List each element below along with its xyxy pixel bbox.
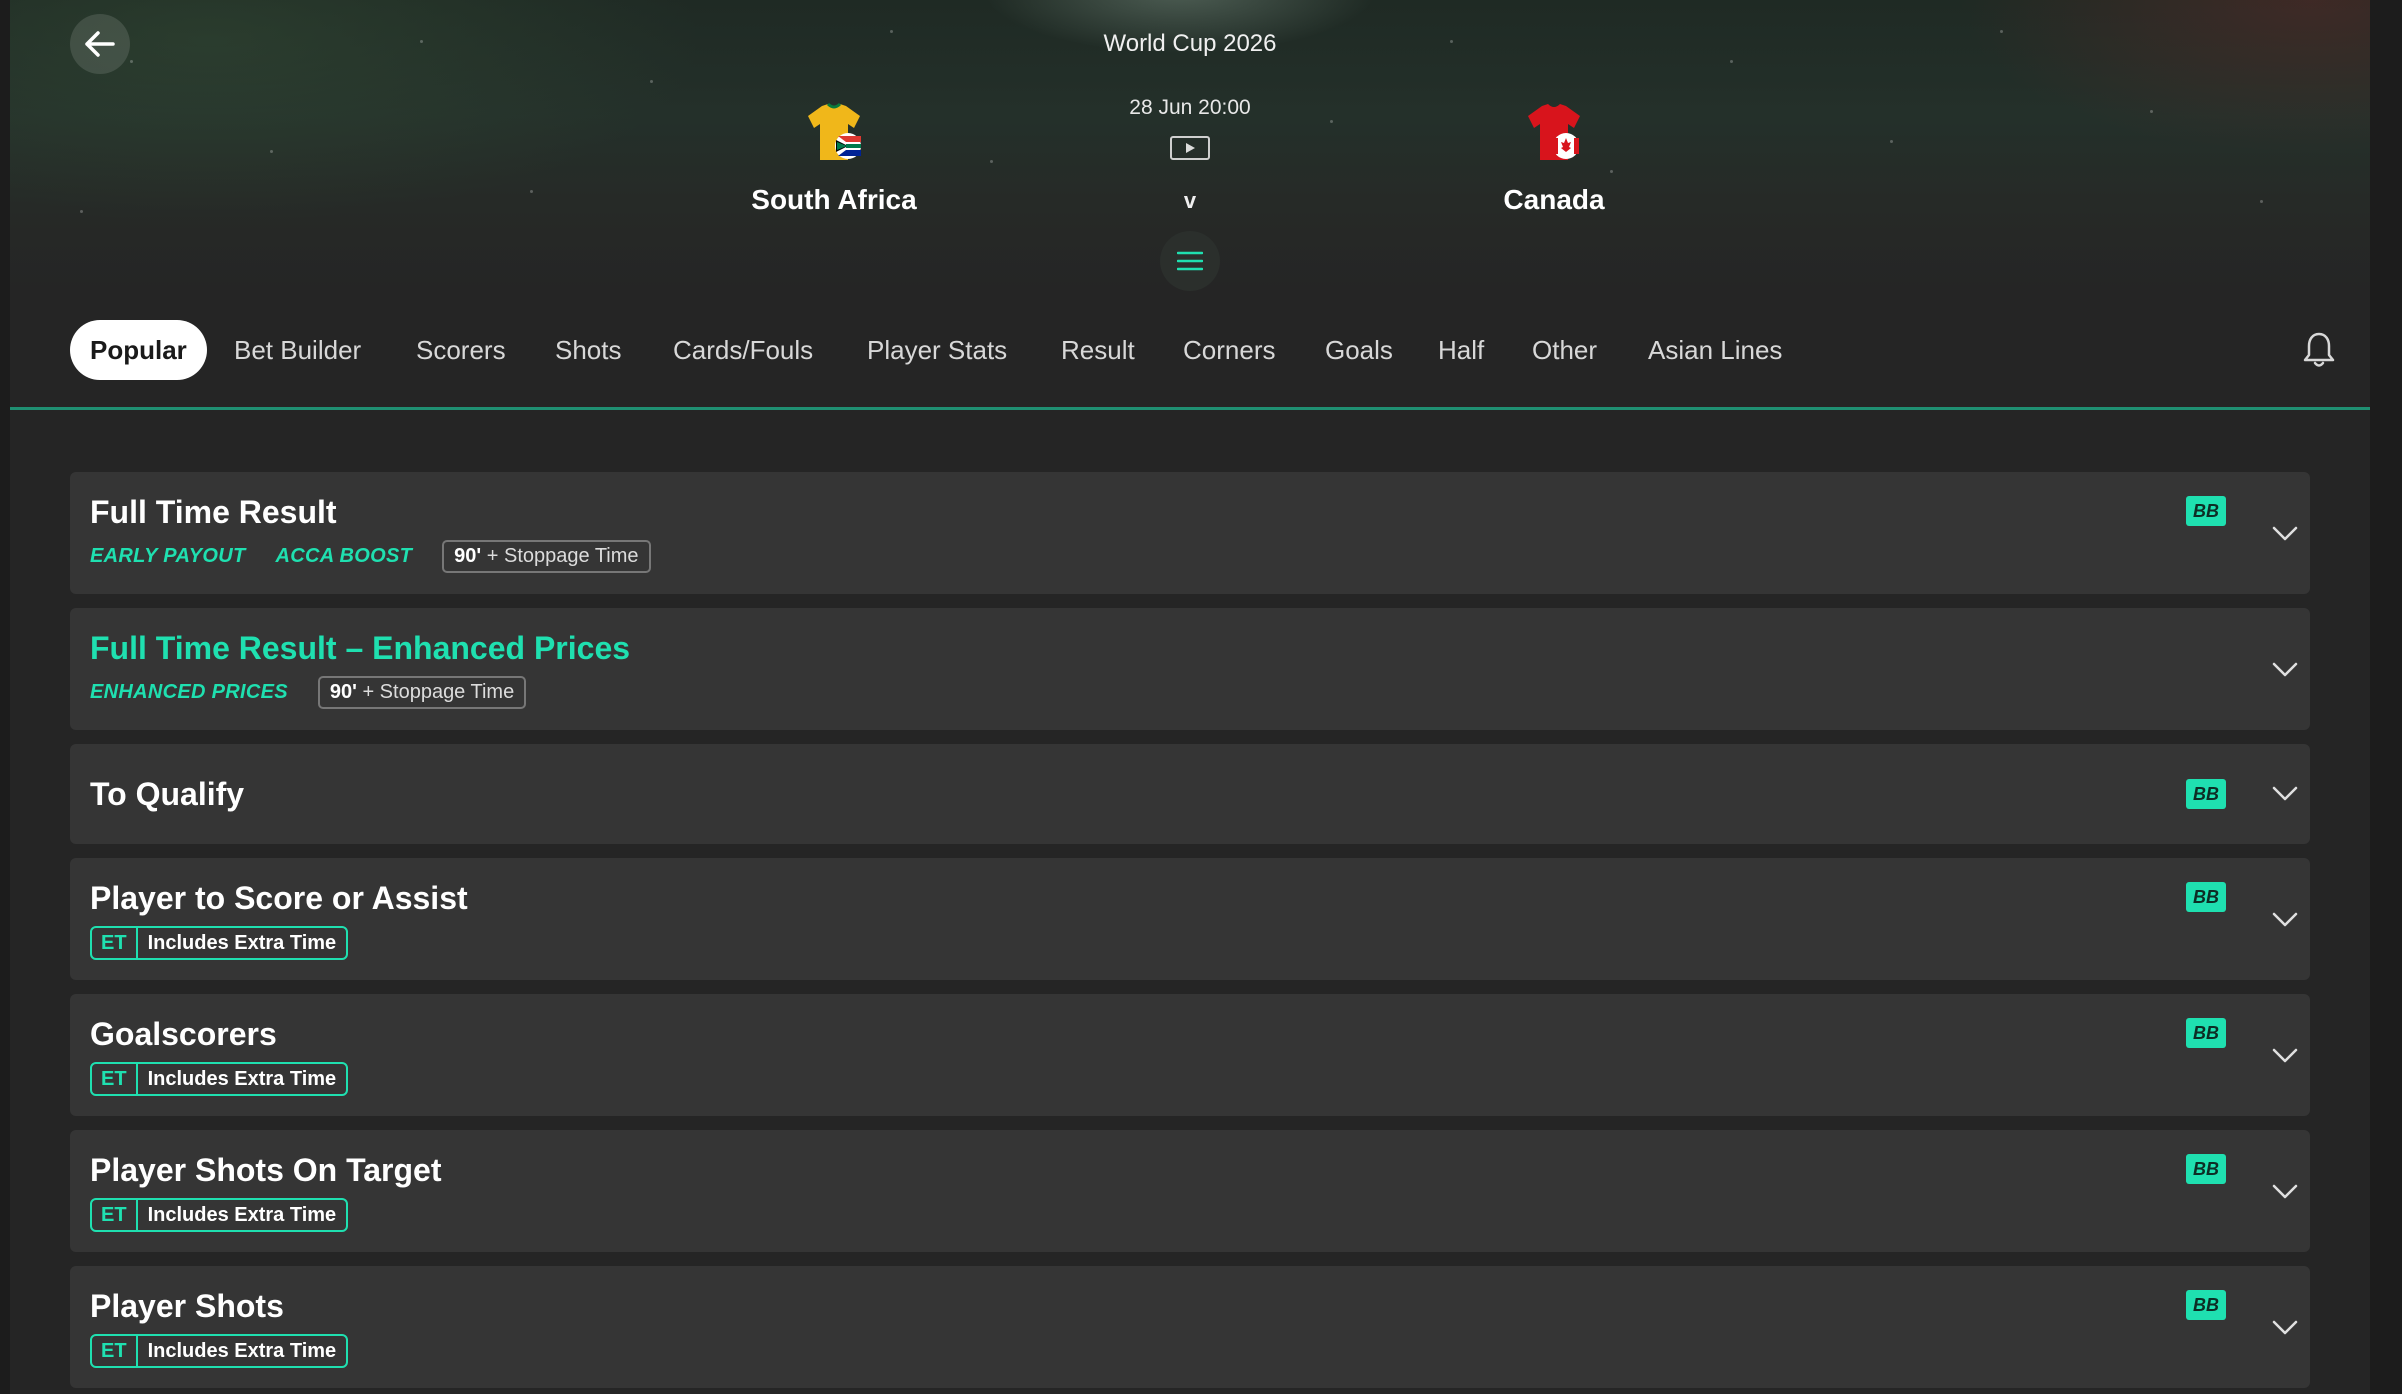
kickoff-time: 28 Jun 20:00: [1129, 96, 1251, 119]
extra-time-chip: ET Includes Extra Time: [90, 926, 349, 960]
match-header: World Cup 2026 28 Jun 20:00 v South Afri…: [10, 0, 2370, 291]
market-title: Player Shots: [90, 1288, 284, 1324]
bet-builder-badge: BB: [2186, 882, 2226, 912]
tab-goals[interactable]: Goals: [1325, 320, 1393, 380]
tab-popular[interactable]: Popular: [70, 320, 207, 380]
promo-acca-boost: ACCA BOOST: [275, 545, 413, 567]
market-player-shots[interactable]: Player Shots ET Includes Extra Time BB: [70, 1266, 2310, 1388]
promo-early-payout: EARLY PAYOUT: [90, 545, 246, 567]
chevron-down-icon[interactable]: [2272, 1320, 2298, 1336]
extra-time-chip: ET Includes Extra Time: [90, 1334, 349, 1368]
tab-scorers[interactable]: Scorers: [416, 320, 506, 380]
chevron-down-icon[interactable]: [2272, 786, 2298, 802]
south-africa-kit-icon: [808, 102, 861, 160]
time-chip-minutes: 90': [329, 681, 357, 703]
market-tags: ENHANCED PRICES 90' + Stoppage Time: [90, 676, 527, 709]
time-chip-label: + Stoppage Time: [362, 681, 515, 703]
et-label: Includes Extra Time: [147, 932, 337, 954]
market-tags: EARLY PAYOUT ACCA BOOST 90' + Stoppage T…: [90, 540, 651, 573]
tab-corners[interactable]: Corners: [1183, 320, 1275, 380]
play-stream-icon[interactable]: [1170, 136, 1210, 160]
competition-name: World Cup 2026: [1103, 30, 1277, 57]
promo-enhanced-prices: ENHANCED PRICES: [90, 681, 288, 703]
bet-builder-badge: BB: [2186, 1290, 2226, 1320]
market-tabs: Popular Bet Builder Scorers Shots Cards/…: [10, 300, 2370, 410]
extra-time-chip: ET Includes Extra Time: [90, 1062, 349, 1096]
bet-builder-badge: BB: [2186, 779, 2226, 809]
market-tags: ET Includes Extra Time: [90, 1198, 349, 1232]
tab-half[interactable]: Half: [1438, 320, 1484, 380]
market-goalscorers[interactable]: Goalscorers ET Includes Extra Time BB: [70, 994, 2310, 1116]
away-team[interactable]: Canada: [1424, 100, 1684, 216]
market-player-shots-on-target[interactable]: Player Shots On Target ET Includes Extra…: [70, 1130, 2310, 1252]
et-label: Includes Extra Time: [147, 1204, 337, 1226]
market-to-qualify[interactable]: To Qualify BB: [70, 744, 2310, 844]
home-team-name: South Africa: [751, 184, 917, 215]
market-full-time-result[interactable]: Full Time Result EARLY PAYOUT ACCA BOOST…: [70, 472, 2310, 594]
canada-kit-icon: [1528, 104, 1580, 160]
market-tags: ET Includes Extra Time: [90, 926, 349, 960]
versus-label: v: [1183, 188, 1197, 213]
market-tags: ET Includes Extra Time: [90, 1334, 349, 1368]
tab-cards-fouls[interactable]: Cards/Fouls: [673, 320, 813, 380]
bet-builder-badge: BB: [2186, 1154, 2226, 1184]
event-page: World Cup 2026 28 Jun 20:00 v South Afri…: [10, 0, 2370, 1394]
bet-builder-badge: BB: [2186, 1018, 2226, 1048]
away-team-name: Canada: [1503, 184, 1605, 215]
tab-asian-lines[interactable]: Asian Lines: [1648, 320, 1782, 380]
et-code: ET: [92, 1200, 138, 1230]
market-title: To Qualify: [90, 776, 245, 812]
stoppage-time-chip: 90' + Stoppage Time: [442, 540, 651, 573]
et-label: Includes Extra Time: [147, 1068, 337, 1090]
chevron-down-icon[interactable]: [2272, 662, 2298, 678]
et-code: ET: [92, 928, 138, 958]
bell-icon[interactable]: [2302, 331, 2336, 369]
chevron-down-icon[interactable]: [2272, 912, 2298, 928]
extra-time-chip: ET Includes Extra Time: [90, 1198, 349, 1232]
et-code: ET: [92, 1064, 138, 1094]
hamburger-menu-icon: [1177, 251, 1203, 271]
market-title: Full Time Result: [90, 494, 337, 530]
market-title: Full Time Result – Enhanced Prices: [90, 630, 631, 666]
market-full-time-result-enhanced[interactable]: Full Time Result – Enhanced Prices ENHAN…: [70, 608, 2310, 730]
tab-other[interactable]: Other: [1532, 320, 1597, 380]
market-title: Goalscorers: [90, 1016, 277, 1052]
home-team[interactable]: South Africa: [704, 100, 964, 216]
market-player-to-score-or-assist[interactable]: Player to Score or Assist ET Includes Ex…: [70, 858, 2310, 980]
bet-builder-badge: BB: [2186, 496, 2226, 526]
market-title: Player Shots On Target: [90, 1152, 442, 1188]
markets-menu-button[interactable]: [1160, 231, 1220, 291]
tab-result[interactable]: Result: [1061, 320, 1135, 380]
market-title: Player to Score or Assist: [90, 880, 468, 916]
time-chip-minutes: 90': [454, 545, 482, 567]
time-chip-label: + Stoppage Time: [486, 545, 639, 567]
market-tags: ET Includes Extra Time: [90, 1062, 349, 1096]
stoppage-time-chip: 90' + Stoppage Time: [317, 676, 527, 709]
tab-bet-builder[interactable]: Bet Builder: [234, 320, 361, 380]
chevron-down-icon[interactable]: [2272, 1048, 2298, 1064]
tab-shots[interactable]: Shots: [555, 320, 622, 380]
chevron-down-icon[interactable]: [2272, 1184, 2298, 1200]
et-label: Includes Extra Time: [147, 1340, 337, 1362]
tab-player-stats[interactable]: Player Stats: [867, 320, 1007, 380]
chevron-down-icon[interactable]: [2272, 526, 2298, 542]
et-code: ET: [92, 1336, 138, 1366]
